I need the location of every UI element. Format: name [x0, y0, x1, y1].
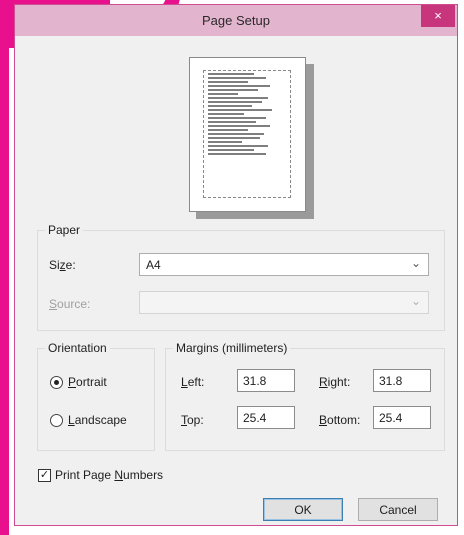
- paper-group-label: Paper: [45, 223, 84, 237]
- orientation-group-label: Orientation: [45, 341, 110, 355]
- left-margin-field[interactable]: [237, 369, 295, 392]
- margins-group-label: Margins (millimeters): [173, 341, 291, 355]
- page-setup-dialog: Page Setup × Paper Size: A4 ⌄ Source: ⌄ …: [14, 4, 458, 526]
- page-preview: [189, 57, 306, 212]
- right-margin-field[interactable]: [373, 369, 431, 392]
- landscape-label[interactable]: Landscape: [68, 413, 127, 427]
- close-icon: ×: [434, 8, 442, 23]
- bottom-margin-label: Bottom:: [319, 413, 361, 427]
- orientation-group: [37, 348, 155, 451]
- top-margin-label: Top:: [181, 413, 204, 427]
- dialog-title: Page Setup: [202, 13, 270, 28]
- cancel-button[interactable]: Cancel: [358, 498, 438, 521]
- checkmark-icon: ✓: [39, 469, 50, 481]
- paper-size-select[interactable]: A4 ⌄: [139, 253, 429, 276]
- chevron-down-icon: ⌄: [410, 294, 421, 308]
- left-margin-label: Left:: [181, 375, 205, 389]
- right-margin-label: Right:: [319, 375, 351, 389]
- page-preview-margins: [203, 70, 291, 198]
- overlay-stroke-left: [0, 0, 9, 535]
- portrait-radio[interactable]: [50, 376, 63, 389]
- size-label: Size:: [49, 258, 76, 272]
- bottom-margin-field[interactable]: [373, 406, 431, 429]
- landscape-radio[interactable]: [50, 414, 63, 427]
- print-page-numbers-checkbox[interactable]: ✓: [38, 469, 51, 482]
- source-label: Source:: [49, 297, 91, 311]
- chevron-down-icon: ⌄: [410, 256, 421, 270]
- title-bar: Page Setup ×: [15, 5, 457, 36]
- ok-button[interactable]: OK: [263, 498, 343, 521]
- top-margin-field[interactable]: [237, 406, 295, 429]
- close-button[interactable]: ×: [421, 5, 455, 27]
- paper-size-value: A4: [146, 258, 161, 272]
- portrait-label[interactable]: Portrait: [68, 375, 107, 389]
- paper-group: [37, 230, 445, 331]
- margins-group: [165, 348, 445, 451]
- paper-source-select[interactable]: ⌄: [139, 291, 429, 314]
- print-page-numbers-label[interactable]: Print Page Numbers: [55, 468, 163, 482]
